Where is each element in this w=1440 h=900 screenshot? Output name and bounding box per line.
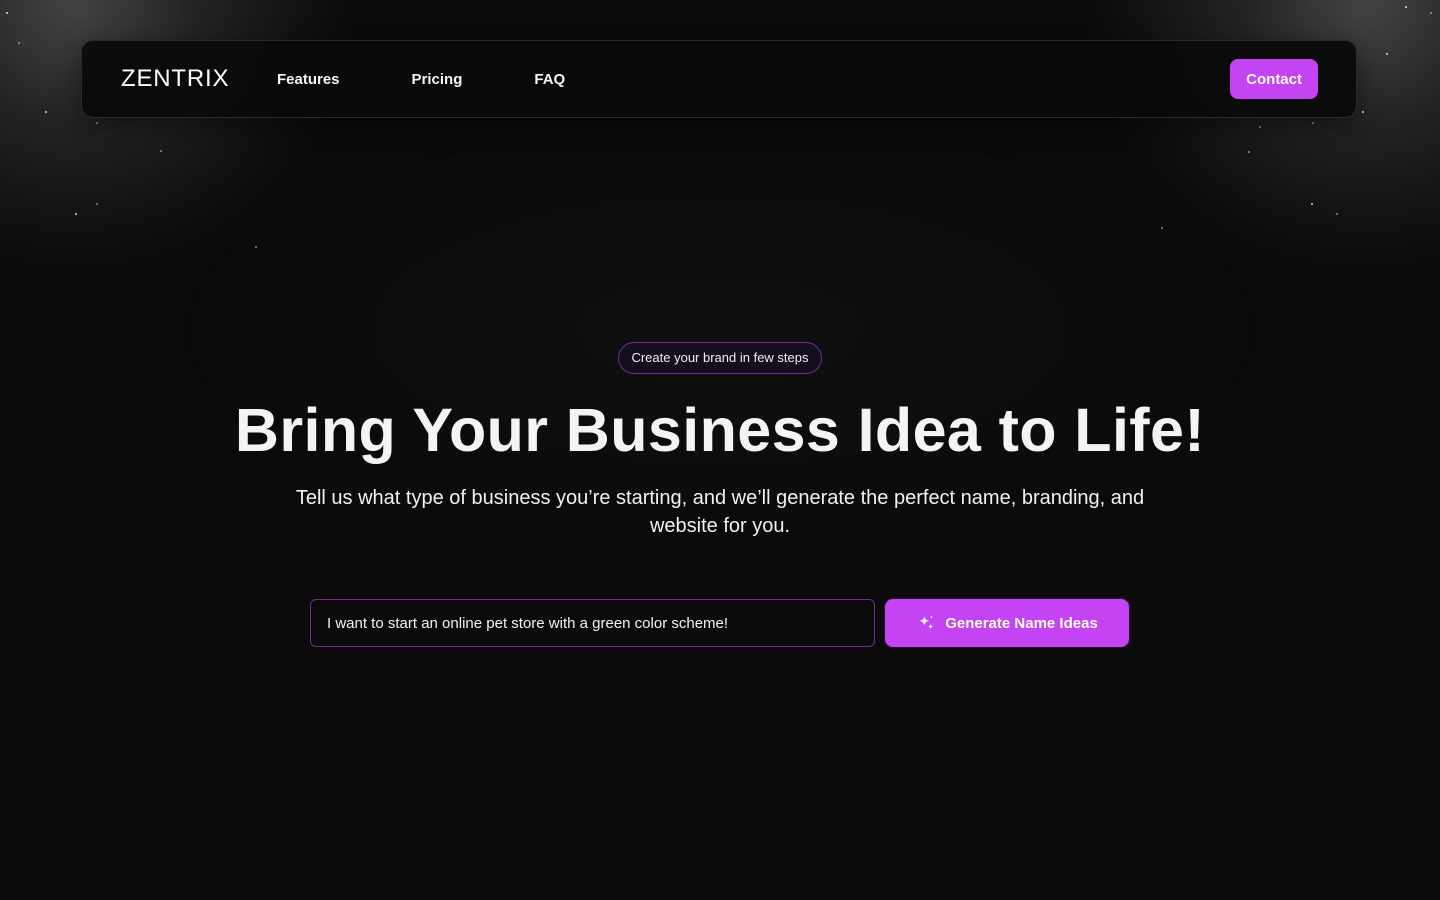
brand-logo[interactable]: ZENTRIX	[121, 65, 277, 93]
decorative-star	[75, 213, 77, 215]
decorative-star	[18, 42, 20, 44]
decorative-star	[6, 12, 8, 14]
top-navigation-bar: ZENTRIX Features Pricing FAQ Contact	[81, 40, 1357, 118]
business-idea-input[interactable]	[310, 599, 875, 647]
decorative-star	[160, 150, 162, 152]
sparkles-icon	[916, 613, 936, 633]
generate-button-label: Generate Name Ideas	[945, 614, 1098, 632]
decorative-star	[1312, 122, 1314, 124]
decorative-star	[1311, 203, 1313, 205]
hero-section: Create your brand in few steps Bring You…	[0, 342, 1440, 540]
contact-button[interactable]: Contact	[1230, 59, 1318, 99]
decorative-star	[96, 203, 98, 205]
hero-subtitle: Tell us what type of business you’re sta…	[295, 487, 1145, 537]
decorative-star	[1362, 111, 1364, 113]
decorative-star	[1161, 227, 1163, 229]
decorative-star	[1430, 12, 1432, 14]
decorative-star	[1405, 6, 1407, 8]
decorative-star	[1336, 213, 1338, 215]
nav-link-pricing[interactable]: Pricing	[412, 71, 463, 88]
decorative-star	[1259, 126, 1261, 128]
hero-badge: Create your brand in few steps	[618, 342, 822, 374]
hero-title: Bring Your Business Idea to Life!	[234, 396, 1206, 464]
decorative-star	[255, 246, 257, 248]
generate-name-ideas-button[interactable]: Generate Name Ideas	[885, 599, 1129, 647]
decorative-star	[45, 111, 47, 113]
decorative-star	[1386, 53, 1388, 55]
nav-link-faq[interactable]: FAQ	[534, 71, 565, 88]
landing-page: ZENTRIX Features Pricing FAQ Contact Cre…	[0, 0, 1440, 900]
nav-link-features[interactable]: Features	[277, 71, 340, 88]
decorative-star	[1248, 151, 1250, 153]
main-navigation-links: Features Pricing FAQ	[277, 71, 565, 88]
business-prompt-form: Generate Name Ideas	[310, 599, 1129, 647]
decorative-star	[96, 122, 98, 124]
